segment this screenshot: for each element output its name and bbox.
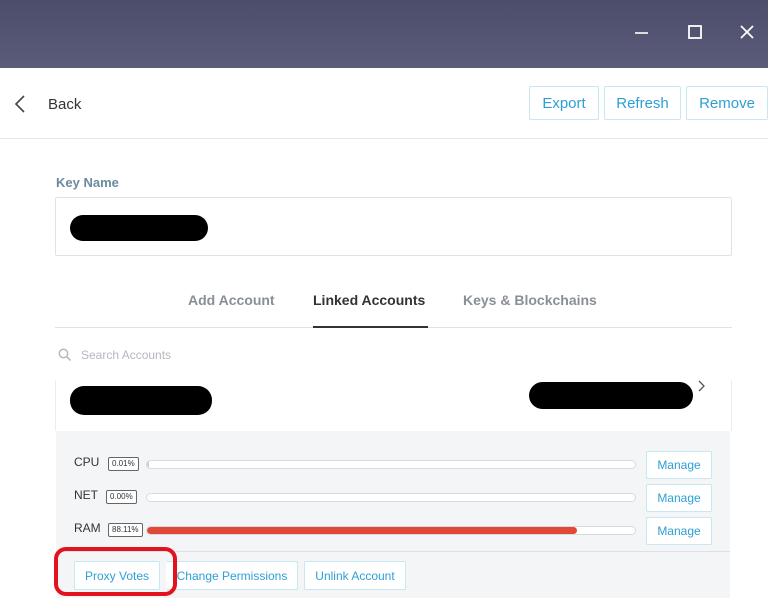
remove-button[interactable]: Remove	[686, 86, 768, 120]
resource-usage-bar	[146, 460, 636, 469]
tab-bar: Add Account Linked Accounts Keys & Block…	[55, 278, 732, 328]
resource-row-net: NET 0.00% Manage	[56, 480, 730, 512]
key-name-label: Key Name	[56, 175, 119, 190]
resource-usage-bar	[146, 493, 636, 502]
search-input[interactable]	[81, 348, 381, 362]
key-name-field[interactable]	[55, 197, 732, 256]
change-permissions-button[interactable]: Change Permissions	[166, 561, 298, 590]
resource-row-cpu: CPU 0.01% Manage	[56, 447, 730, 479]
tab-add-account[interactable]: Add Account	[188, 292, 275, 308]
resource-name: NET	[74, 488, 98, 502]
unlink-account-button[interactable]: Unlink Account	[304, 561, 406, 590]
back-button[interactable]: Back	[14, 90, 81, 118]
chevron-right-icon	[696, 380, 708, 399]
export-button[interactable]: Export	[529, 86, 599, 120]
active-tab-indicator	[313, 326, 428, 328]
chevron-left-icon	[14, 94, 26, 114]
resource-usage-bar	[146, 526, 636, 535]
close-icon[interactable]	[732, 17, 762, 47]
resource-percent-badge: 0.01%	[108, 457, 139, 471]
manage-ram-button[interactable]: Manage	[646, 517, 712, 545]
search-bar[interactable]	[58, 342, 732, 368]
manage-cpu-button[interactable]: Manage	[646, 451, 712, 479]
search-icon	[58, 348, 72, 362]
window-title-bar	[0, 0, 768, 68]
redacted-key-name	[70, 215, 208, 241]
tab-linked-accounts[interactable]: Linked Accounts	[313, 292, 425, 308]
resource-name: RAM	[74, 521, 101, 535]
maximize-icon[interactable]	[680, 17, 710, 47]
page-header: Back Export Refresh Remove	[0, 68, 768, 139]
divider	[56, 551, 730, 552]
resource-percent-badge: 88.11%	[108, 523, 143, 537]
resource-usage-fill	[147, 527, 577, 534]
redacted-account-balance	[529, 382, 693, 409]
resource-percent-badge: 0.00%	[106, 490, 137, 504]
redacted-account-name	[70, 386, 212, 415]
refresh-button[interactable]: Refresh	[604, 86, 681, 120]
resource-usage-fill	[147, 461, 150, 468]
back-label: Back	[48, 95, 82, 113]
manage-net-button[interactable]: Manage	[646, 484, 712, 512]
tab-keys-blockchains[interactable]: Keys & Blockchains	[463, 292, 597, 308]
account-row[interactable]	[55, 380, 732, 431]
proxy-votes-button[interactable]: Proxy Votes	[74, 561, 160, 590]
resource-name: CPU	[74, 455, 100, 469]
resource-row-ram: RAM 88.11% Manage	[56, 513, 730, 545]
minimize-icon[interactable]	[628, 17, 658, 47]
